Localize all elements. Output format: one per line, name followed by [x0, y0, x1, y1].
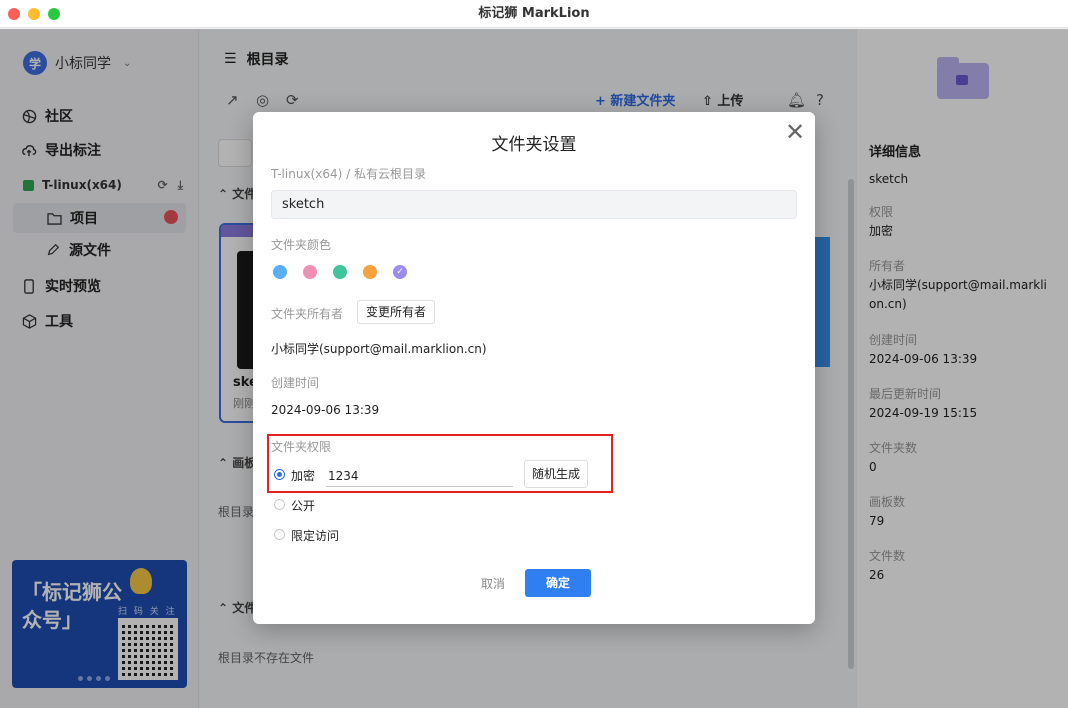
random-generate-button[interactable]: 随机生成 [524, 460, 589, 488]
confirm-button[interactable]: 确定 [525, 569, 591, 597]
dialog-title: 文件夹设置 [491, 135, 577, 155]
owner-value: 小标同学(support@mail.marklion.cn) [271, 342, 487, 356]
radio-restricted[interactable] [274, 529, 285, 540]
check-icon: ✓ [396, 267, 404, 277]
owner-label: 文件夹所有者 [271, 307, 344, 321]
radio-label: 限定访问 [291, 529, 340, 543]
folder-name-input[interactable]: sketch [271, 190, 797, 219]
close-icon[interactable]: ✕ [785, 120, 805, 144]
radio-label: 公开 [291, 499, 316, 513]
zoom-window-button[interactable] [48, 8, 60, 20]
close-window-button[interactable] [8, 8, 20, 20]
minimize-window-button[interactable] [28, 8, 40, 20]
created-label: 创建时间 [271, 376, 320, 390]
color-option-orange[interactable] [363, 265, 377, 279]
radio-label: 加密 [291, 469, 316, 483]
color-option-purple[interactable]: ✓ [393, 265, 407, 279]
color-label: 文件夹颜色 [271, 238, 332, 252]
password-input[interactable] [326, 466, 513, 487]
color-option-blue[interactable] [273, 265, 287, 279]
cancel-button[interactable]: 取消 [481, 575, 505, 592]
radio-public[interactable] [274, 499, 285, 510]
color-option-green[interactable] [333, 265, 347, 279]
app-window: 标记狮 MarkLion 学 小标同学 ⌄ 社区 导出标注 T-linux(x6… [0, 0, 1068, 708]
radio-encrypted[interactable] [274, 469, 285, 480]
window-title: 标记狮 MarkLion [478, 6, 590, 21]
permission-label: 文件夹权限 [271, 440, 332, 454]
title-bar: 标记狮 MarkLion [0, 0, 1068, 28]
color-option-pink[interactable] [303, 265, 317, 279]
created-value: 2024-09-06 13:39 [271, 403, 380, 417]
change-owner-button[interactable]: 变更所有者 [357, 300, 436, 324]
folder-settings-dialog: 文件夹设置 ✕ T-linux(x64) / 私有云根目录 sketch 文件夹… [253, 112, 815, 624]
folder-path: T-linux(x64) / 私有云根目录 [271, 167, 426, 181]
